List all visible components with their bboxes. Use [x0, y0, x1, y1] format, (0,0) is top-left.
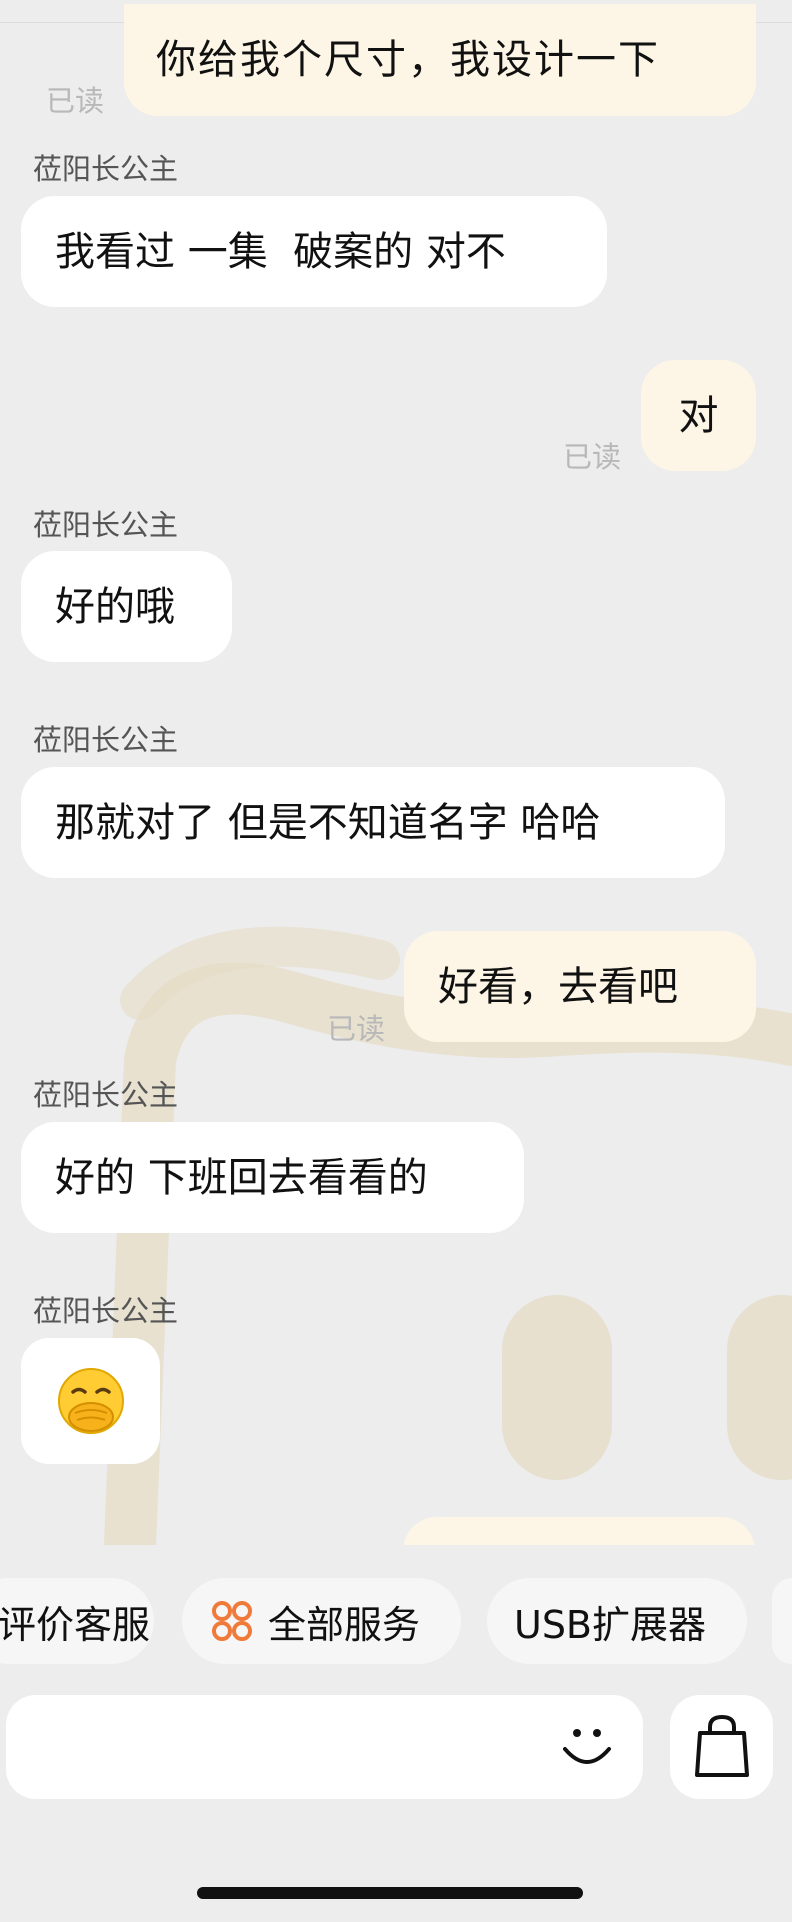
quick-action-more-partial[interactable] — [772, 1578, 792, 1664]
sender-name: 莅阳长公主 — [33, 1078, 179, 1112]
message-text: 好看，去看吧 — [438, 963, 678, 1010]
shopping-bag-icon — [695, 1715, 749, 1777]
message-bubble-incoming[interactable]: 好的哦 — [21, 551, 232, 662]
message-text: 我看过 一集 破案的 对不 — [55, 228, 506, 275]
chip-label: 全部服务 — [268, 1602, 421, 1647]
sender-name: 莅阳长公主 — [33, 152, 179, 186]
home-indicator — [197, 1887, 583, 1899]
quick-action-all-services[interactable]: 全部服务 — [182, 1578, 461, 1664]
read-receipt: 已读 — [563, 440, 622, 474]
sender-name: 莅阳长公主 — [33, 723, 179, 757]
message-text: 那就对了 但是不知道名字 哈哈 — [55, 799, 601, 846]
smiley-icon[interactable] — [559, 1719, 615, 1775]
quick-action-usb-hub[interactable]: USB扩展器 — [487, 1578, 747, 1664]
shopping-bag-button[interactable] — [670, 1695, 773, 1799]
read-receipt: 已读 — [46, 84, 105, 118]
sender-name: 莅阳长公主 — [33, 1294, 179, 1328]
message-text: 你给我个尺寸，我设计一下 — [156, 37, 660, 83]
chip-label: USB扩展器 — [514, 1602, 707, 1647]
message-text: 对 — [678, 392, 719, 439]
message-bubble-incoming[interactable]: 那就对了 但是不知道名字 哈哈 — [21, 767, 725, 878]
message-bubble-emoji[interactable] — [21, 1338, 160, 1464]
message-bubble-incoming[interactable]: 好的 下班回去看看的 — [21, 1122, 524, 1233]
quick-action-rate-service[interactable]: 评价客服 — [0, 1578, 154, 1664]
face-with-hand-over-mouth-icon — [58, 1368, 124, 1434]
message-bubble-outgoing[interactable]: 对 — [641, 360, 756, 471]
read-receipt: 已读 — [327, 1012, 386, 1046]
message-bubble-incoming[interactable]: 我看过 一集 破案的 对不 — [21, 196, 607, 307]
message-text: 好的哦 — [55, 583, 175, 630]
message-text: 好的 下班回去看看的 — [55, 1154, 428, 1201]
message-bubble-outgoing[interactable]: 好看，去看吧 — [404, 931, 756, 1042]
four-petals-icon — [212, 1601, 252, 1641]
sender-name: 莅阳长公主 — [33, 508, 179, 542]
chip-label: 评价客服 — [0, 1602, 151, 1647]
message-bubble-outgoing[interactable]: 你给我个尺寸，我设计一下 — [124, 4, 756, 116]
message-input-field[interactable] — [6, 1695, 643, 1799]
